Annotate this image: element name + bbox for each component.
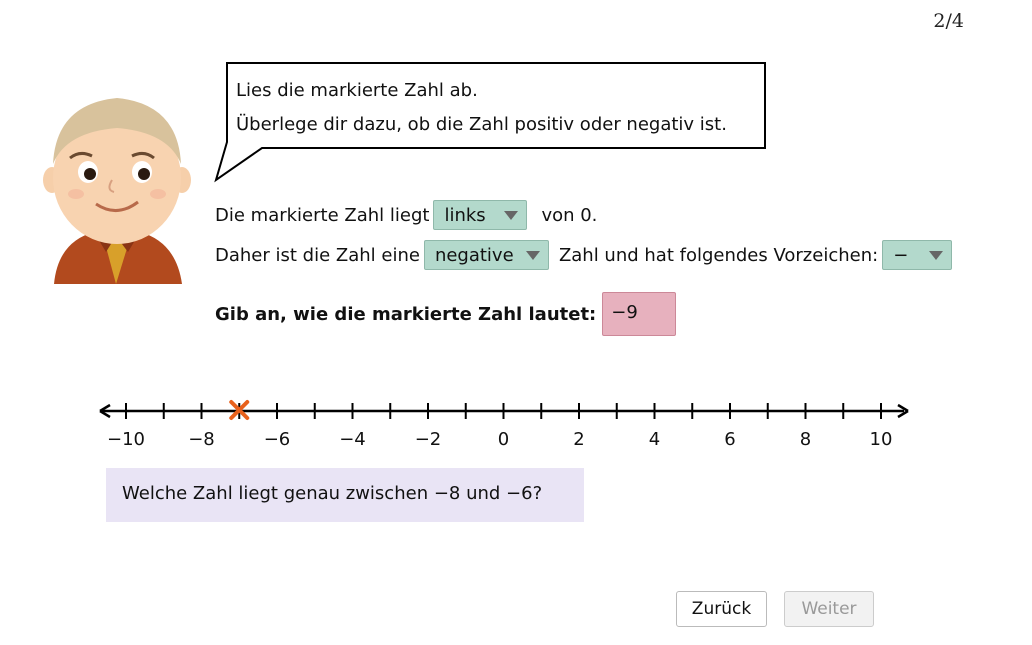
number-line-label: −10	[107, 429, 145, 450]
sign-middle: Zahl und hat folgendes Vorzeichen:	[558, 244, 879, 266]
number-line-label: 6	[724, 429, 735, 450]
sign-row: Daher ist die Zahl eine negative Zahl un…	[215, 240, 953, 270]
speech-line-2: Überlege dir dazu, ob die Zahl positiv o…	[236, 114, 727, 135]
number-line-label: 2	[573, 429, 584, 450]
sign-dropdown-value: −	[893, 244, 909, 266]
chevron-down-icon	[525, 250, 540, 260]
chevron-down-icon	[504, 210, 519, 220]
question-row: Gib an, wie die markierte Zahl lautet: −…	[215, 292, 677, 336]
next-button[interactable]: Weiter	[784, 591, 874, 627]
hint-box: Welche Zahl liegt genau zwischen −8 und …	[106, 468, 584, 522]
direction-dropdown-value: links	[444, 204, 486, 226]
question-label: Gib an, wie die markierte Zahl lautet:	[215, 303, 597, 325]
number-line: −10 −8 −6 −4 −2 0 2 4 6 8 10	[99, 400, 909, 450]
number-line-label: 10	[870, 429, 893, 450]
direction-dropdown[interactable]: links	[433, 200, 528, 230]
direction-suffix: von 0.	[541, 204, 598, 226]
direction-prefix: Die markierte Zahl liegt	[215, 204, 430, 226]
number-line-label: −4	[339, 429, 366, 450]
number-line-label: 8	[800, 429, 811, 450]
number-line-label: −6	[264, 429, 291, 450]
type-dropdown-value: negative	[434, 244, 514, 266]
answer-input[interactable]: −9	[602, 292, 677, 336]
number-line-label: 4	[649, 429, 660, 450]
speech-line-1: Lies die markierte Zahl ab.	[236, 80, 478, 101]
back-button[interactable]: Zurück	[676, 591, 767, 627]
avatar	[43, 98, 191, 284]
number-line-label: −2	[415, 429, 442, 450]
type-dropdown[interactable]: negative	[423, 240, 549, 270]
speech-text: Lies die markierte Zahl ab. Überlege dir…	[236, 74, 727, 142]
number-line-label: 0	[498, 429, 509, 450]
sign-dropdown[interactable]: −	[882, 240, 953, 270]
number-line-label: −8	[188, 429, 215, 450]
sign-prefix: Daher ist die Zahl eine	[215, 244, 420, 266]
chevron-down-icon	[929, 250, 944, 260]
page-counter: 2/4	[933, 10, 964, 32]
direction-row: Die markierte Zahl liegt links von 0.	[215, 200, 597, 230]
